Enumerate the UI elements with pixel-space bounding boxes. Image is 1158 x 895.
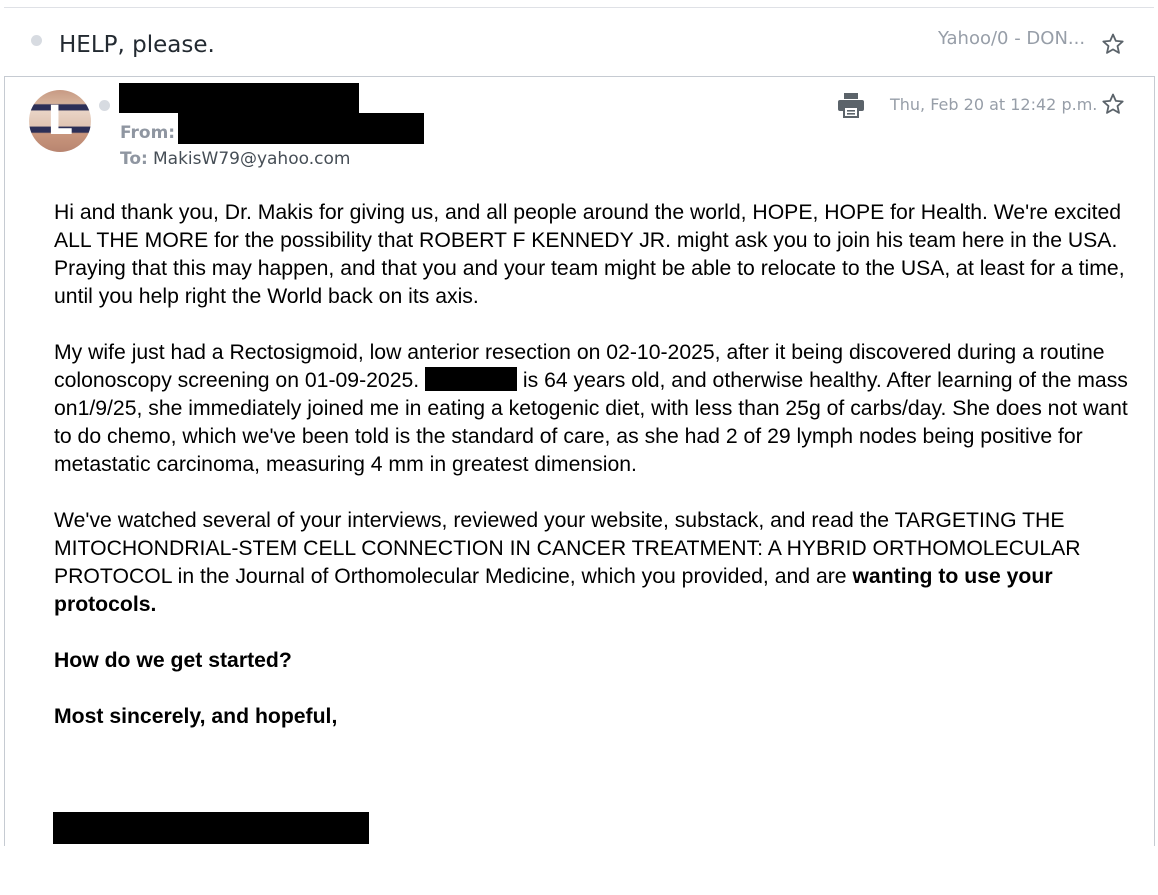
redacted-name	[425, 367, 518, 391]
body-paragraph-1: Hi and thank you, Dr. Makis for giving u…	[54, 201, 1125, 308]
body-paragraph-5: Most sincerely, and hopeful,	[54, 703, 1134, 731]
question-text: How do we get started?	[54, 649, 292, 672]
redacted-sender-email	[178, 113, 424, 144]
avatar[interactable]: L	[29, 90, 91, 152]
folder-label[interactable]: Yahoo/0 - DON...	[938, 28, 1085, 49]
body-paragraph-2: My wife just had a Rectosigmoid, low ant…	[54, 339, 1134, 479]
to-label: To:	[120, 149, 148, 169]
thread-header: HELP, please. Yahoo/0 - DON...	[4, 7, 1154, 73]
print-icon[interactable]	[837, 92, 865, 118]
body-paragraph-4: How do we get started?	[54, 647, 1134, 675]
star-icon[interactable]	[1101, 32, 1125, 56]
message-date: Thu, Feb 20 at 12:42 p.m.	[890, 95, 1098, 114]
avatar-letter: L	[47, 98, 73, 144]
from-label: From:	[120, 123, 176, 143]
thread-subject: HELP, please.	[59, 32, 215, 58]
redacted-sender-name	[119, 83, 359, 113]
recipient-address[interactable]: MakisW79@yahoo.com	[153, 149, 350, 169]
star-icon[interactable]	[1101, 92, 1125, 116]
status-dot-icon	[99, 100, 110, 111]
signoff-text: Most sincerely, and hopeful,	[54, 705, 338, 728]
redacted-signature	[53, 812, 369, 844]
unread-dot-icon	[31, 35, 42, 46]
message-card: L From: To: MakisW79@yahoo.com Thu, Feb …	[4, 76, 1155, 846]
body-paragraph-3: We've watched several of your interviews…	[54, 507, 1134, 619]
message-body: Hi and thank you, Dr. Makis for giving u…	[54, 199, 1134, 759]
